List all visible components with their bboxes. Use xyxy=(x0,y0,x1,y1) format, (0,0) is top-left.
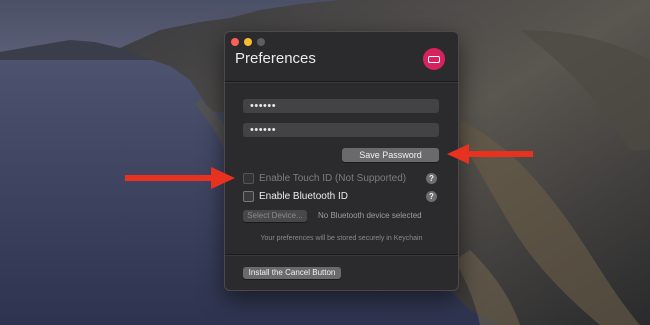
bluetooth-option[interactable]: Enable Bluetooth ID xyxy=(243,191,348,202)
preferences-window: Preferences •••••• •••••• Save Password … xyxy=(224,31,459,291)
close-window-button[interactable] xyxy=(231,38,239,46)
install-cancel-button[interactable]: Install the Cancel Button xyxy=(243,267,341,279)
minimize-window-button[interactable] xyxy=(244,38,252,46)
divider xyxy=(225,81,458,83)
bluetooth-status-text: No Bluetooth device selected xyxy=(318,211,422,220)
confirm-password-field[interactable]: •••••• xyxy=(243,123,439,137)
lock-badge-icon xyxy=(423,48,445,70)
bluetooth-checkbox[interactable] xyxy=(243,191,254,202)
touch-id-checkbox[interactable] xyxy=(243,173,254,184)
select-device-button[interactable]: Select Device... xyxy=(243,210,307,222)
touch-id-label: Enable Touch ID (Not Supported) xyxy=(259,173,407,184)
bluetooth-label: Enable Bluetooth ID xyxy=(259,191,348,202)
window-title: Preferences xyxy=(235,50,316,67)
password-field[interactable]: •••••• xyxy=(243,99,439,113)
arrow-left-icon xyxy=(447,144,533,164)
keychain-note: Your preferences will be stored securely… xyxy=(260,235,423,242)
zoom-window-button[interactable] xyxy=(257,38,265,46)
bluetooth-help-icon[interactable]: ? xyxy=(426,191,437,202)
touch-id-help-icon[interactable]: ? xyxy=(426,173,437,184)
arrow-right-icon xyxy=(125,167,235,189)
divider xyxy=(225,254,458,256)
touch-id-option[interactable]: Enable Touch ID (Not Supported) xyxy=(243,173,406,184)
save-password-button[interactable]: Save Password xyxy=(342,148,439,162)
